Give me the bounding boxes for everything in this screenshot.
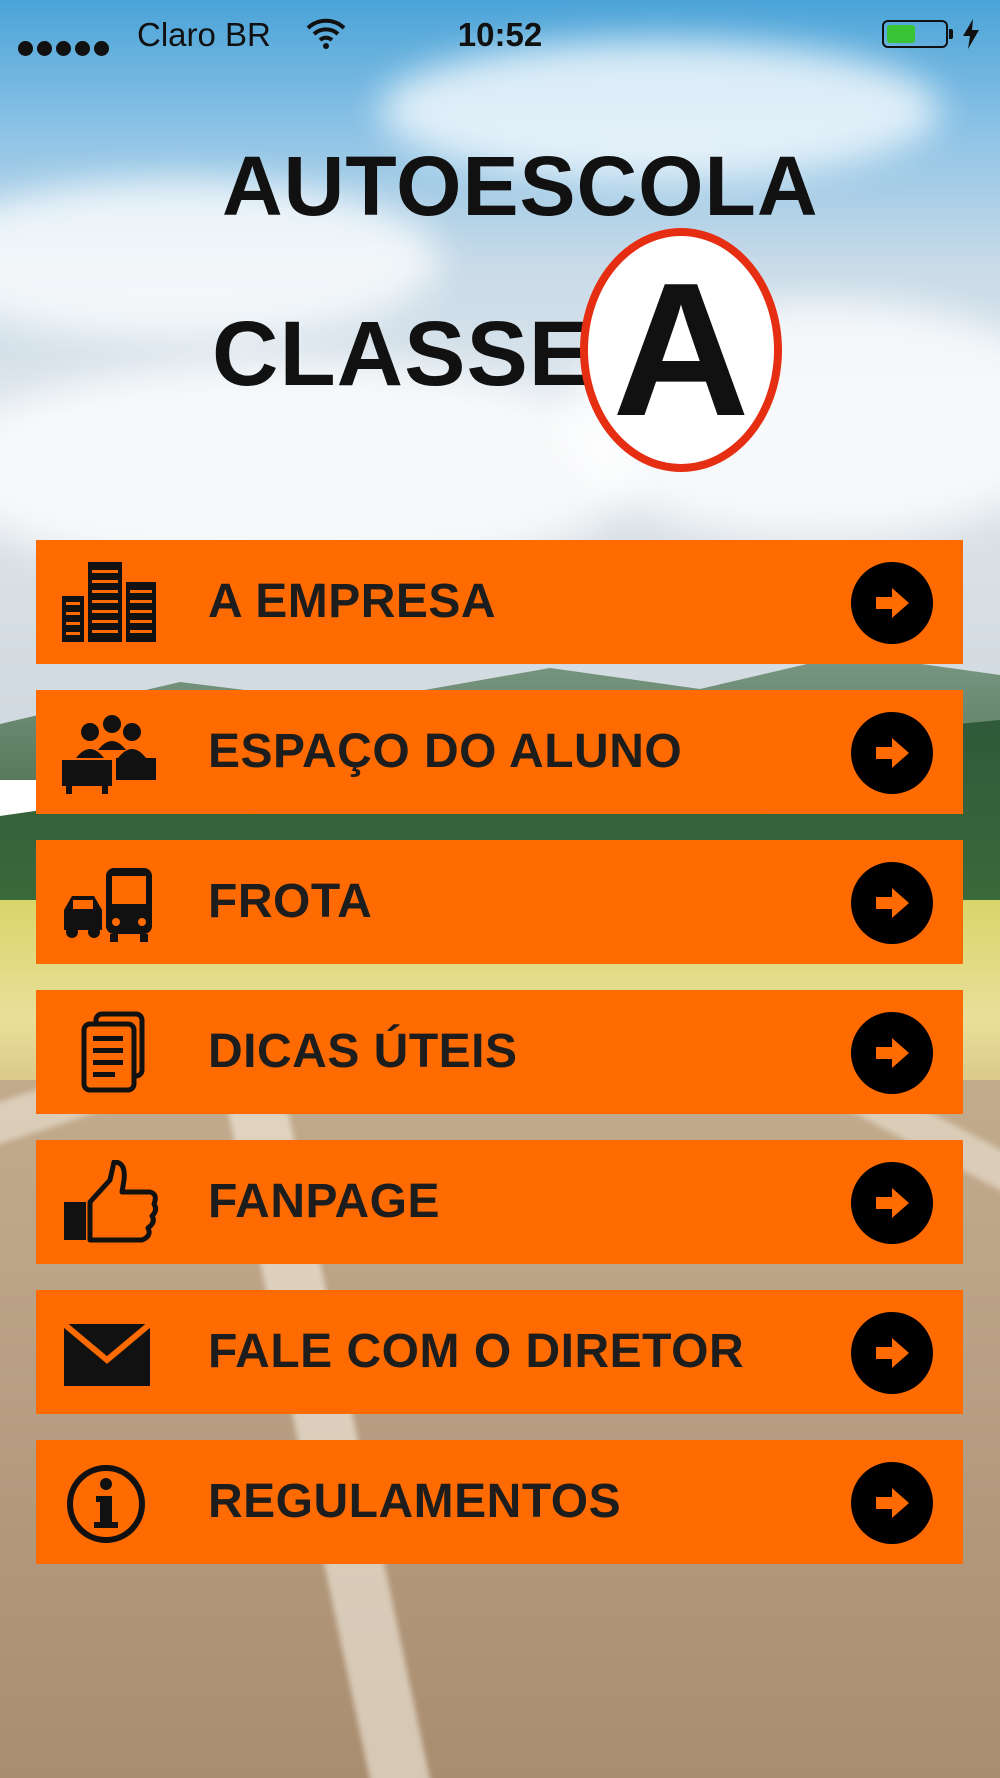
menu-item-frota[interactable]: FROTA bbox=[36, 840, 963, 964]
buildings-icon bbox=[62, 562, 156, 642]
arrow-right-icon bbox=[851, 1162, 933, 1244]
battery-level-fill bbox=[887, 25, 915, 43]
status-bar: Claro BR 10:52 bbox=[0, 0, 1000, 70]
logo-badge: A bbox=[580, 228, 782, 472]
menu-item-fanpage[interactable]: FANPAGE bbox=[36, 1140, 963, 1264]
students-icon bbox=[62, 715, 156, 794]
menu-item-label: FROTA bbox=[208, 875, 373, 928]
menu-item-dicas-uteis[interactable]: DICAS ÚTEIS bbox=[36, 990, 963, 1114]
menu-item-label: DICAS ÚTEIS bbox=[208, 1025, 518, 1078]
menu-item-fale-com-o-diretor[interactable]: FALE COM O DIRETOR bbox=[36, 1290, 963, 1414]
documents-icon bbox=[81, 1011, 145, 1093]
logo-title-line2: CLASSE bbox=[212, 303, 592, 405]
arrow-right-icon bbox=[851, 1312, 933, 1394]
arrow-right-icon bbox=[851, 712, 933, 794]
envelope-icon bbox=[62, 1321, 152, 1386]
car-bus-icon bbox=[64, 868, 152, 942]
battery-tip bbox=[949, 29, 953, 39]
menu-item-label: REGULAMENTOS bbox=[208, 1475, 622, 1528]
arrow-right-icon bbox=[851, 1462, 933, 1544]
arrow-right-icon bbox=[851, 562, 933, 644]
arrow-right-icon bbox=[851, 1012, 933, 1094]
menu-item-label: FANPAGE bbox=[208, 1175, 440, 1228]
menu-item-a-empresa[interactable]: A EMPRESA bbox=[36, 540, 963, 664]
arrow-right-icon bbox=[851, 862, 933, 944]
bolt-icon bbox=[963, 19, 979, 49]
logo-title-line1: AUTOESCOLA bbox=[222, 139, 819, 233]
menu-item-label: FALE COM O DIRETOR bbox=[208, 1325, 745, 1378]
menu-item-espaco-do-aluno[interactable]: ESPAÇO DO ALUNO bbox=[36, 690, 963, 814]
thumbs-up-icon bbox=[64, 1160, 159, 1243]
menu-item-label: ESPAÇO DO ALUNO bbox=[208, 725, 683, 778]
battery-icon bbox=[882, 20, 948, 48]
menu-item-regulamentos[interactable]: REGULAMENTOS bbox=[36, 1440, 963, 1564]
clock-time: 10:52 bbox=[457, 16, 543, 53]
info-icon bbox=[67, 1465, 145, 1543]
menu-item-label: A EMPRESA bbox=[208, 575, 497, 628]
logo-badge-letter: A bbox=[612, 244, 750, 456]
